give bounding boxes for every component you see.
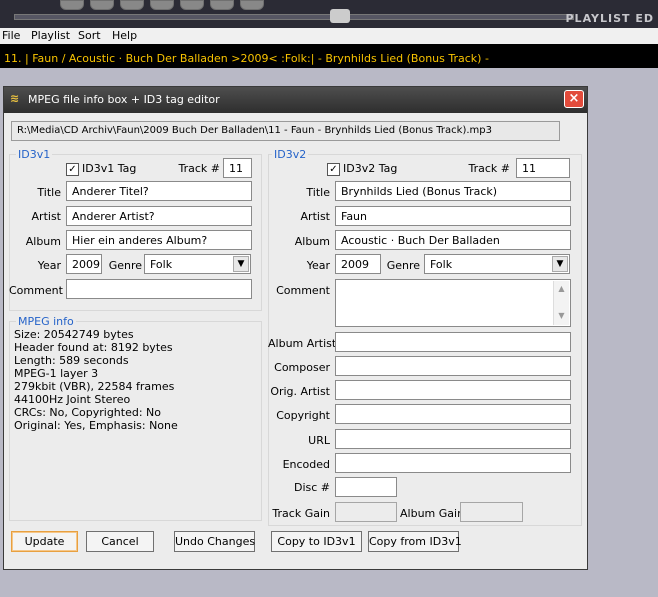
mpeg-info-line: 279kbit (VBR), 22584 frames xyxy=(14,380,175,393)
mpeg-info-legend: MPEG info xyxy=(16,315,76,328)
dialog-title: MPEG file info box + ID3 tag editor xyxy=(28,93,220,106)
file-info-dialog: ≋ MPEG file info box + ID3 tag editor × … xyxy=(3,86,588,570)
url-field[interactable] xyxy=(335,429,571,449)
player-button[interactable] xyxy=(90,0,114,10)
mpeg-info-line: 44100Hz Joint Stereo xyxy=(14,393,131,406)
track-gain-field xyxy=(335,502,397,522)
id3v2-legend: ID3v2 xyxy=(272,148,309,161)
seek-bar[interactable] xyxy=(14,14,574,20)
app-icon: ≋ xyxy=(10,92,20,105)
comment-scrollbar[interactable]: ▲ ▼ xyxy=(553,281,569,325)
copyright-field[interactable] xyxy=(335,404,571,424)
id3v1-genre-label: Genre xyxy=(108,259,142,272)
id3v1-track-field[interactable]: 11 xyxy=(223,158,252,178)
id3v2-track-label: Track # xyxy=(468,162,511,175)
file-path-field[interactable]: R:\Media\CD Archiv\Faun\2009 Buch Der Ba… xyxy=(11,121,560,141)
id3v2-album-label: Album xyxy=(294,235,330,248)
id3v2-year-label: Year xyxy=(306,259,330,272)
mpeg-info-line: CRCs: No, Copyrighted: No xyxy=(14,406,162,419)
id3v2-title-field[interactable]: Brynhilds Lied (Bonus Track) xyxy=(335,181,571,201)
id3v2-year-field[interactable]: 2009 xyxy=(335,254,381,274)
id3v1-track-label: Track # xyxy=(178,162,221,175)
id3v2-genre-label: Genre xyxy=(386,259,420,272)
id3v2-genre-value: Folk xyxy=(430,258,453,271)
player-button[interactable] xyxy=(240,0,264,10)
album-gain-label: Album Gain xyxy=(400,507,465,520)
mpeg-info-line: Original: Yes, Emphasis: None xyxy=(14,419,178,432)
encoded-label: Encoded xyxy=(282,458,330,471)
menu-sort[interactable]: Sort xyxy=(78,29,101,42)
id3v1-title-label: Title xyxy=(37,186,61,199)
now-playing-entry[interactable]: 11. | Faun / Acoustic · Buch Der Ballade… xyxy=(0,44,658,68)
id3v1-genre-select[interactable]: Folk ▼ xyxy=(144,254,251,274)
id3v2-track-field[interactable]: 11 xyxy=(516,158,570,178)
id3v1-year-field[interactable]: 2009 xyxy=(66,254,102,274)
orig-artist-field[interactable] xyxy=(335,380,571,400)
menu-playlist[interactable]: Playlist xyxy=(31,29,70,42)
dialog-titlebar[interactable]: ≋ MPEG file info box + ID3 tag editor × xyxy=(4,87,587,113)
seek-knob[interactable] xyxy=(330,9,350,23)
id3v1-comment-label: Comment xyxy=(9,284,63,297)
id3v2-comment-label: Comment xyxy=(276,284,330,297)
id3v1-artist-label: Artist xyxy=(31,210,61,223)
id3v1-year-label: Year xyxy=(37,259,61,272)
player-button[interactable] xyxy=(60,0,84,10)
album-artist-label: Album Artist xyxy=(268,337,337,350)
player-button[interactable] xyxy=(210,0,234,10)
copyright-label: Copyright xyxy=(276,409,330,422)
id3v1-title-field[interactable]: Anderer Titel? xyxy=(66,181,252,201)
encoded-field[interactable] xyxy=(335,453,571,473)
id3v2-tag-label: ID3v2 Tag xyxy=(343,162,398,175)
playlist-editor-title: PLAYLIST ED xyxy=(565,12,654,25)
album-artist-field[interactable] xyxy=(335,332,571,352)
id3v1-genre-value: Folk xyxy=(150,258,173,271)
composer-field[interactable] xyxy=(335,356,571,376)
id3v2-genre-select[interactable]: Folk ▼ xyxy=(424,254,570,274)
id3v1-comment-field[interactable] xyxy=(66,279,252,299)
player-button[interactable] xyxy=(150,0,174,10)
id3v2-tag-checkbox[interactable]: ✓ xyxy=(327,163,340,176)
id3v1-album-label: Album xyxy=(25,235,61,248)
album-gain-field xyxy=(460,502,523,522)
undo-changes-button[interactable]: Undo Changes xyxy=(174,531,255,552)
close-icon[interactable]: × xyxy=(564,90,584,108)
mpeg-info-line: MPEG-1 layer 3 xyxy=(14,367,99,380)
player-button[interactable] xyxy=(180,0,204,10)
copy-from-id3v1-button[interactable]: Copy from ID3v1 xyxy=(368,531,462,552)
url-label: URL xyxy=(308,434,330,447)
track-gain-label: Track Gain xyxy=(272,507,330,520)
id3v2-artist-label: Artist xyxy=(300,210,330,223)
id3v2-title-label: Title xyxy=(306,186,330,199)
mpeg-info-line: Length: 589 seconds xyxy=(14,354,129,367)
cancel-button[interactable]: Cancel xyxy=(86,531,154,552)
scroll-down-icon[interactable]: ▼ xyxy=(554,309,569,324)
disc-label: Disc # xyxy=(293,481,330,494)
copy-to-id3v1-button[interactable]: Copy to ID3v1 xyxy=(271,531,362,552)
chevron-down-icon[interactable]: ▼ xyxy=(552,256,568,272)
player-button[interactable] xyxy=(120,0,144,10)
mpeg-info-line: Header found at: 8192 bytes xyxy=(14,341,173,354)
menu-file[interactable]: File xyxy=(2,29,20,42)
id3v1-tag-label: ID3v1 Tag xyxy=(82,162,137,175)
menu-help[interactable]: Help xyxy=(112,29,137,42)
id3v1-legend: ID3v1 xyxy=(16,148,53,161)
id3v2-album-field[interactable]: Acoustic · Buch Der Balladen xyxy=(335,230,571,250)
id3v2-comment-field[interactable]: ▲ ▼ xyxy=(335,279,571,327)
id3v1-artist-field[interactable]: Anderer Artist? xyxy=(66,206,252,226)
chevron-down-icon[interactable]: ▼ xyxy=(233,256,249,272)
disc-field[interactable] xyxy=(335,477,397,497)
winamp-main-strip: PLAYLIST ED xyxy=(0,0,658,28)
id3v1-album-field[interactable]: Hier ein anderes Album? xyxy=(66,230,252,250)
orig-artist-label: Orig. Artist xyxy=(270,385,330,398)
id3v1-tag-checkbox[interactable]: ✓ xyxy=(66,163,79,176)
scroll-up-icon[interactable]: ▲ xyxy=(554,282,569,297)
composer-label: Composer xyxy=(274,361,330,374)
update-button[interactable]: Update xyxy=(11,531,78,552)
id3v2-artist-field[interactable]: Faun xyxy=(335,206,571,226)
mpeg-info-line: Size: 20542749 bytes xyxy=(14,328,134,341)
menubar: File Playlist Sort Help xyxy=(0,28,658,44)
